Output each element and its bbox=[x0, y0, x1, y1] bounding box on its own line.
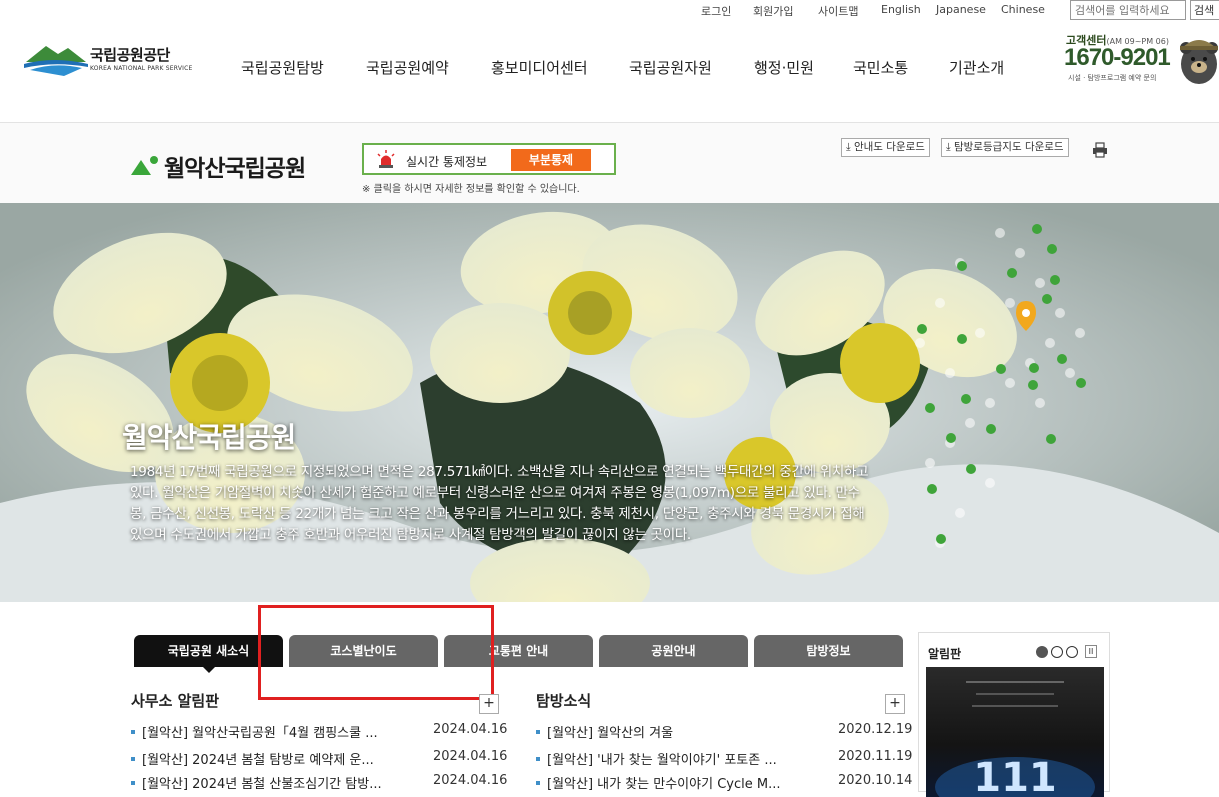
park-subheader: 월악산국립공원 실시간 통제정보 부분통제 ※ 클릭을 하시면 자세한 정보를 … bbox=[0, 122, 1219, 203]
customer-center-note: 시설 · 탐방프로그램 예약 문의 bbox=[1068, 74, 1157, 82]
office-notice-more-button[interactable]: + bbox=[479, 694, 499, 714]
logo-subtitle: KOREA NATIONAL PARK SERVICE bbox=[90, 65, 193, 72]
list-item[interactable]: [월악산] '내가 찾는 월악이야기' 포토존 ... 2020.11.19 bbox=[536, 749, 912, 769]
nav-park-visit[interactable]: 국립공원탐방 bbox=[241, 57, 324, 78]
english-link[interactable]: English bbox=[881, 3, 921, 16]
list-item[interactable]: [월악산] 내가 찾는 만수이야기 Cycle M... 2020.10.14 bbox=[536, 773, 912, 793]
nav-reservation[interactable]: 국립공원예약 bbox=[366, 57, 449, 78]
tab-park-news[interactable]: 국립공원 새소식 bbox=[134, 635, 283, 673]
control-label: 실시간 통제정보 bbox=[406, 155, 488, 169]
nav-about[interactable]: 기관소개 bbox=[949, 57, 1004, 78]
nav-media-center[interactable]: 홍보미디어센터 bbox=[491, 57, 588, 78]
customer-center[interactable]: 고객센터(AM 09~PM 06) 1670-9201 시설 · 탐방프로그램 … bbox=[1064, 30, 1219, 90]
notice-board-image[interactable]: 111 bbox=[926, 667, 1104, 797]
tab-park-guide[interactable]: 공원안내 bbox=[599, 635, 748, 667]
sitemap-link[interactable]: 사이트맵 bbox=[818, 3, 858, 19]
slide-dot-2[interactable] bbox=[1051, 646, 1063, 658]
tab-transport[interactable]: 교통편 안내 bbox=[444, 635, 593, 667]
notice-board-title: 알림판 bbox=[928, 647, 962, 661]
nav-communication[interactable]: 국민소통 bbox=[853, 57, 908, 78]
download-map-button[interactable]: ⤓ 안내도 다운로드 bbox=[841, 138, 930, 157]
signup-link[interactable]: 회원가입 bbox=[753, 3, 793, 19]
login-link[interactable]: 로그인 bbox=[701, 3, 731, 19]
office-notice-title: 사무소 알림판 bbox=[131, 692, 220, 710]
download-trail-map-button[interactable]: ⤓ 탐방로등급지도 다운로드 bbox=[941, 138, 1069, 157]
japanese-link[interactable]: Japanese bbox=[936, 3, 986, 16]
search-input[interactable] bbox=[1070, 0, 1186, 20]
hero-title: 월악산국립공원 bbox=[122, 421, 296, 454]
trail-news-title: 탐방소식 bbox=[536, 692, 592, 710]
park-title: 월악산국립공원 bbox=[164, 156, 306, 182]
tab-course-difficulty[interactable]: 코스별난이도 bbox=[289, 635, 438, 667]
logo-title: 국립공원공단 bbox=[90, 46, 170, 64]
customer-center-phone: 1670-9201 bbox=[1064, 44, 1171, 71]
hero-description: 1984년 17번째 국립공원으로 지정되었으며 면적은 287.571㎢이다.… bbox=[130, 464, 869, 543]
bullet-icon bbox=[536, 757, 540, 761]
bear-mascot-icon bbox=[1180, 40, 1218, 84]
pause-button[interactable]: II bbox=[1085, 645, 1097, 658]
slide-dot-3[interactable] bbox=[1066, 646, 1078, 658]
nav-park-resources[interactable]: 국립공원자원 bbox=[629, 57, 712, 78]
bullet-icon bbox=[536, 730, 540, 734]
emergency-111-graphic: 111 bbox=[935, 681, 1095, 797]
control-status-badge[interactable]: 부분통제 bbox=[511, 149, 591, 171]
list-item[interactable]: [월악산] 2024년 봄철 탐방로 예약제 운... 2024.04.16 bbox=[131, 749, 507, 769]
siren-icon bbox=[377, 150, 395, 168]
list-item[interactable]: [월악산] 2024년 봄철 산불조심기간 탐방... 2024.04.16 bbox=[131, 773, 507, 793]
notice-board: 알림판 II 111 bbox=[918, 632, 1110, 797]
print-icon[interactable] bbox=[1092, 142, 1108, 158]
tab-trail-info[interactable]: 탐방정보 bbox=[754, 635, 903, 667]
search-button[interactable]: 검색 bbox=[1190, 0, 1219, 20]
chinese-link[interactable]: Chinese bbox=[1001, 3, 1045, 16]
park-mountain-icon bbox=[131, 156, 158, 175]
list-item[interactable]: [월악산] 월악산국립공원「4월 캠핑스쿨 ... 2024.04.16 bbox=[131, 722, 507, 742]
nav-admin-civil[interactable]: 행정·민원 bbox=[754, 57, 814, 78]
slide-dot-1[interactable] bbox=[1036, 646, 1048, 658]
bullet-icon bbox=[131, 757, 135, 761]
utility-bar: 로그인 회원가입 사이트맵 English Japanese Chinese 검… bbox=[0, 0, 1219, 22]
list-item[interactable]: [월악산] 월악산의 겨울 2020.12.19 bbox=[536, 722, 912, 742]
trail-news-more-button[interactable]: + bbox=[885, 694, 905, 714]
mountain-logo-icon bbox=[24, 46, 88, 76]
control-note: ※ 클릭을 하시면 자세한 정보를 확인할 수 있습니다. bbox=[362, 184, 580, 195]
realtime-control-box[interactable]: 실시간 통제정보 부분통제 bbox=[362, 143, 616, 175]
emergency-number: 111 bbox=[973, 755, 1057, 797]
bullet-icon bbox=[131, 730, 135, 734]
knps-logo[interactable]: 국립공원공단 KOREA NATIONAL PARK SERVICE bbox=[24, 40, 194, 80]
hero-banner: 월악산국립공원 1984년 17번째 국립공원으로 지정되었으며 면적은 287… bbox=[0, 203, 1219, 602]
